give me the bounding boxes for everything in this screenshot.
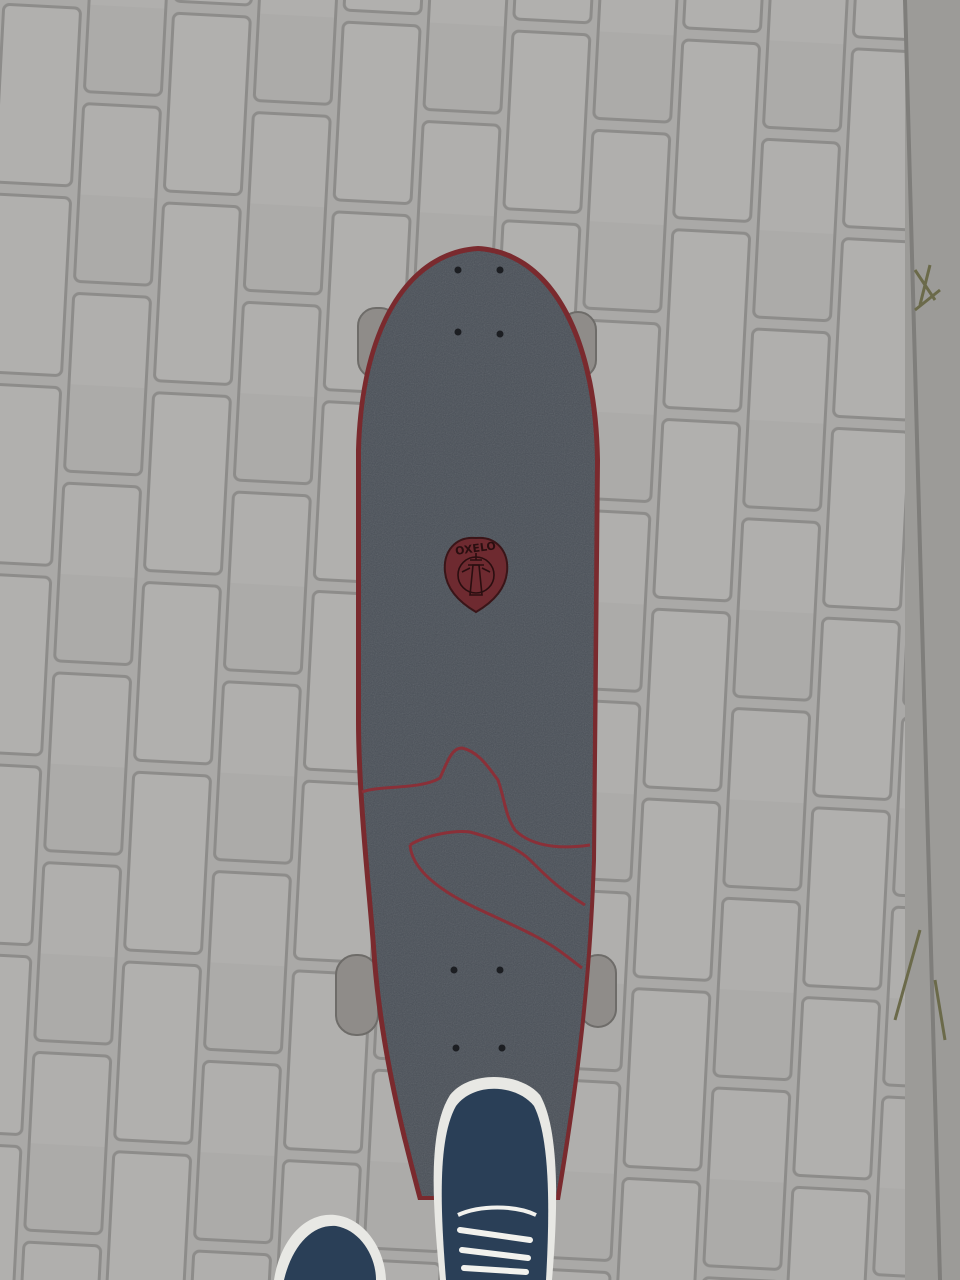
right-shoe (433, 1076, 557, 1280)
rear-left-wheel (335, 954, 379, 1036)
photo-scene: OXELO (0, 0, 960, 1280)
curb (905, 0, 960, 1280)
